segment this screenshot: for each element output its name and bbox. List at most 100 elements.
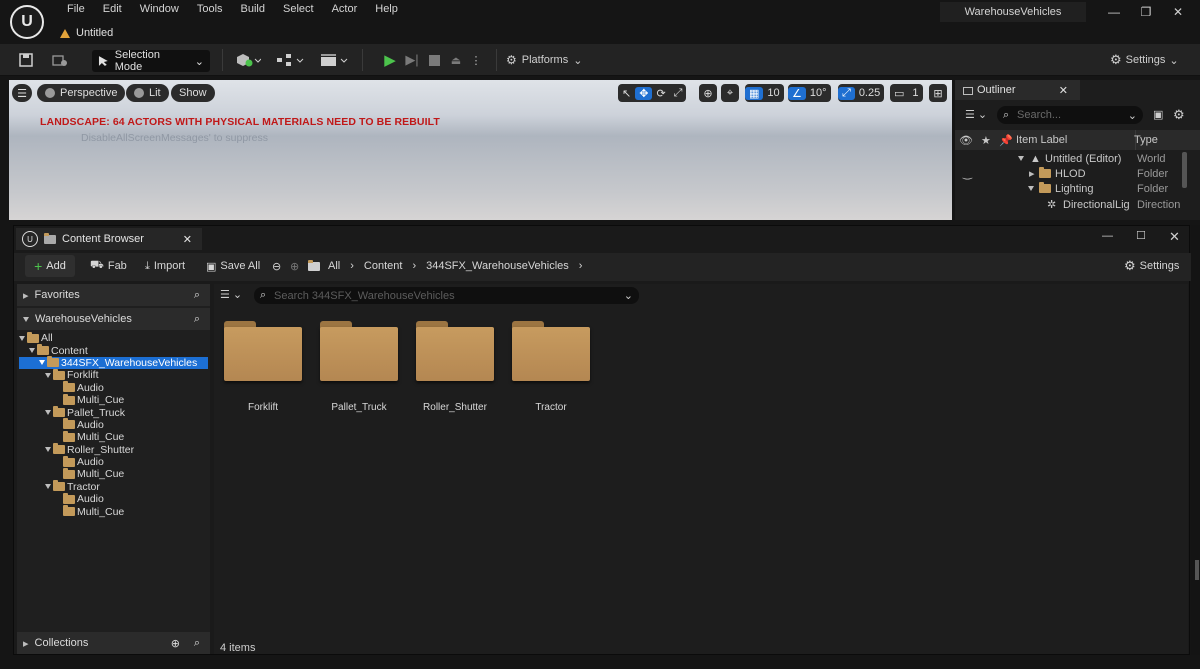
tree-item[interactable]: Tractor [19, 480, 208, 493]
menu-tools[interactable]: Tools [188, 3, 232, 15]
rotation-snap-toggle[interactable]: ∠ 10° [788, 84, 831, 102]
back-icon[interactable]: ⊖ [272, 256, 281, 276]
outliner-scrollbar[interactable] [1182, 152, 1187, 188]
minimize-icon[interactable]: — [1102, 230, 1113, 242]
tree-item[interactable]: Content [19, 344, 208, 357]
source-control-icon[interactable] [50, 48, 70, 72]
platforms-button[interactable]: ⚙ Platforms ⌄ [506, 48, 582, 72]
asset-search[interactable]: ⌕ Search 344SFX_WarehouseVehicles ⌄ [254, 287, 639, 304]
folder-tile-forklift[interactable] [224, 321, 302, 381]
cb-settings-button[interactable]: ⚙ Settings [1124, 256, 1179, 276]
content-browser-tab[interactable]: U Content Browser ✕ [16, 228, 202, 250]
folder-tile-roller-shutter[interactable] [416, 321, 494, 381]
world-local-icon[interactable]: ⊕ [699, 84, 717, 102]
minimize-icon[interactable]: — [1102, 3, 1126, 21]
project-header[interactable]: WarehouseVehicles ⌕ [17, 308, 210, 330]
show-button[interactable]: Show [171, 84, 215, 102]
tree-item[interactable]: Audio [19, 418, 208, 431]
close-icon[interactable]: ✕ [1166, 3, 1190, 21]
add-actor-icon[interactable] [232, 48, 264, 72]
tree-item[interactable]: Roller_Shutter [19, 443, 208, 456]
blueprint-icon[interactable] [274, 48, 306, 72]
tree-item[interactable]: All [19, 331, 208, 344]
filter-icon[interactable]: ☰ ⌄ [220, 288, 242, 301]
search-icon[interactable]: ⌕ [194, 313, 200, 326]
eject-icon[interactable]: ⏏ [446, 48, 466, 72]
filter-icon[interactable]: ☰ ⌄ [965, 108, 987, 121]
select-icon[interactable]: ↖ [618, 87, 635, 100]
menu-select[interactable]: Select [274, 3, 323, 15]
maximize-icon[interactable]: ☐ [1136, 229, 1146, 242]
search-icon[interactable]: ⌕ [194, 637, 200, 650]
fab-button[interactable]: ⛟ Fab [90, 256, 127, 276]
add-collection-icon[interactable]: ⊕ [171, 637, 180, 650]
menu-window[interactable]: Window [131, 3, 188, 15]
tree-item[interactable]: Multi_Cue [19, 430, 208, 443]
scale-snap-toggle[interactable]: ⤢ 0.25 [838, 84, 885, 102]
outliner-search[interactable]: ⌕ Search... ⌄ [997, 106, 1143, 124]
panel-scrollbar[interactable] [1195, 560, 1199, 580]
column-type[interactable]: Type [1134, 134, 1158, 146]
unreal-logo-icon[interactable]: U [10, 5, 44, 39]
folder-nav-icon[interactable] [308, 256, 320, 276]
outliner-row[interactable]: ✲ DirectionalLigl Direction [955, 197, 1180, 212]
breadcrumb-warehouse[interactable]: 344SFX_WarehouseVehicles [426, 260, 569, 272]
tree-item[interactable]: Audio [19, 492, 208, 505]
viewport-menu-icon[interactable]: ☰ [12, 84, 32, 102]
rotate-icon[interactable]: ⟳ [652, 87, 669, 100]
cinematics-icon[interactable] [318, 48, 350, 72]
add-button[interactable]: + Add [25, 255, 75, 277]
step-icon[interactable]: ▶| [402, 48, 422, 72]
tree-item[interactable]: Pallet_Truck [19, 406, 208, 419]
outliner-row[interactable]: Lighting Folder [955, 181, 1180, 196]
level-viewport[interactable]: ☰ Perspective Lit Show ↖ ✥ ⟳ ⤢ ⊕ ⌖ ▦ 10 … [9, 80, 952, 220]
tree-item-selected[interactable]: 344SFX_WarehouseVehicles [19, 356, 208, 370]
search-icon[interactable]: ⌕ [194, 289, 200, 302]
folder-tile-tractor[interactable] [512, 321, 590, 381]
view-mode-button[interactable]: Lit [126, 84, 169, 102]
expand-icon[interactable] [1018, 156, 1024, 161]
maximize-icon[interactable]: ❐ [1134, 3, 1158, 21]
camera-speed-button[interactable]: ▭ 1 [890, 84, 923, 102]
tree-item[interactable]: Multi_Cue [19, 505, 208, 518]
grid-snap-toggle[interactable]: ▦ 10 [745, 84, 784, 102]
close-icon[interactable]: ✕ [183, 233, 192, 246]
breadcrumb-all[interactable]: All [328, 260, 340, 272]
collapse-icon[interactable]: ▸ [1029, 167, 1035, 180]
gear-icon[interactable]: ⚙ [1173, 107, 1185, 123]
outliner-row[interactable]: ‿ ▸ HLOD Folder [955, 166, 1180, 181]
level-tab[interactable]: Untitled [52, 24, 121, 42]
menu-help[interactable]: Help [366, 3, 407, 15]
tree-item[interactable]: Forklift [19, 368, 208, 381]
tree-item[interactable]: Multi_Cue [19, 467, 208, 480]
outliner-tab[interactable]: Outliner ✕ [955, 80, 1080, 100]
favorites-header[interactable]: ▸ Favorites ⌕ [17, 284, 210, 306]
close-icon[interactable]: ✕ [1059, 84, 1068, 97]
outliner-row[interactable]: ▲ Untitled (Editor) World [955, 151, 1180, 166]
save-all-button[interactable]: ▣ Save All [206, 256, 260, 276]
menu-edit[interactable]: Edit [94, 3, 131, 15]
move-icon[interactable]: ✥ [635, 86, 653, 100]
close-icon[interactable]: ✕ [1169, 229, 1180, 245]
scale-icon[interactable]: ⤢ [670, 87, 687, 100]
settings-button[interactable]: ⚙ Settings ⌄ [1110, 48, 1179, 72]
collections-header[interactable]: ▸ Collections ⊕ ⌕ [17, 632, 210, 654]
perspective-button[interactable]: Perspective [37, 84, 126, 102]
menu-actor[interactable]: Actor [323, 3, 367, 15]
expand-icon[interactable] [1028, 186, 1034, 191]
folder-tile-pallet-truck[interactable] [320, 321, 398, 381]
viewport-layout-icon[interactable]: ⊞ [929, 84, 947, 102]
tree-item[interactable]: Audio [19, 455, 208, 468]
play-options-icon[interactable]: ⋮ [470, 48, 482, 72]
menu-build[interactable]: Build [232, 3, 274, 15]
play-icon[interactable]: ▶ [380, 48, 400, 72]
forward-icon[interactable]: ⊕ [290, 256, 299, 276]
visibility-icon[interactable]: ‿ [963, 167, 972, 180]
surface-snap-icon[interactable]: ⌖ [721, 84, 739, 102]
menu-file[interactable]: File [58, 3, 94, 15]
stop-icon[interactable] [424, 48, 444, 72]
tree-item[interactable]: Audio [19, 381, 208, 394]
import-button[interactable]: ⤓ Import [145, 256, 185, 276]
tree-item[interactable]: Multi_Cue [19, 393, 208, 406]
breadcrumb-content[interactable]: Content [364, 260, 403, 272]
